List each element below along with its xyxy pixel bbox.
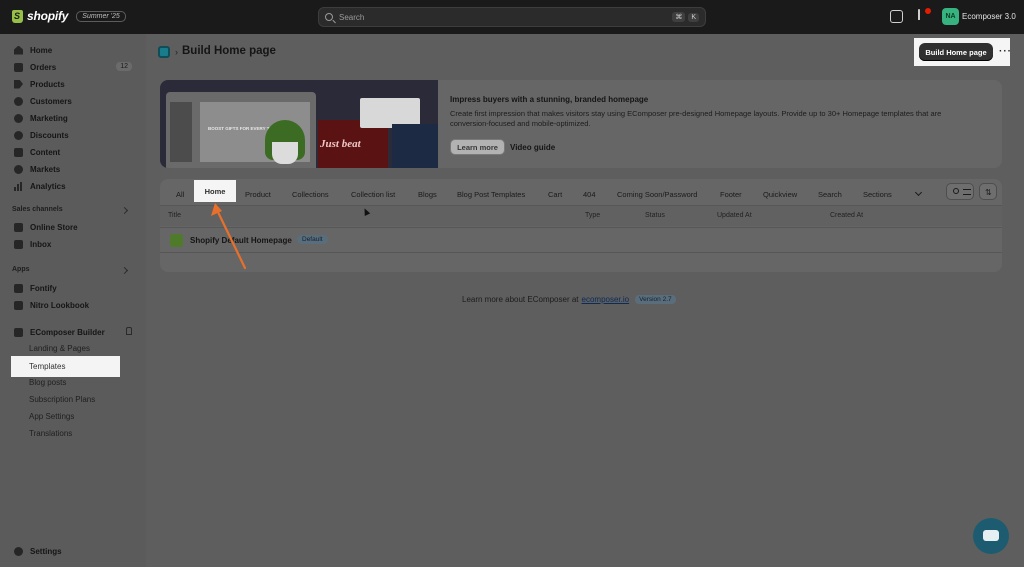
annotation-arrow-icon (211, 203, 247, 270)
chat-support-button[interactable] (973, 518, 1009, 554)
